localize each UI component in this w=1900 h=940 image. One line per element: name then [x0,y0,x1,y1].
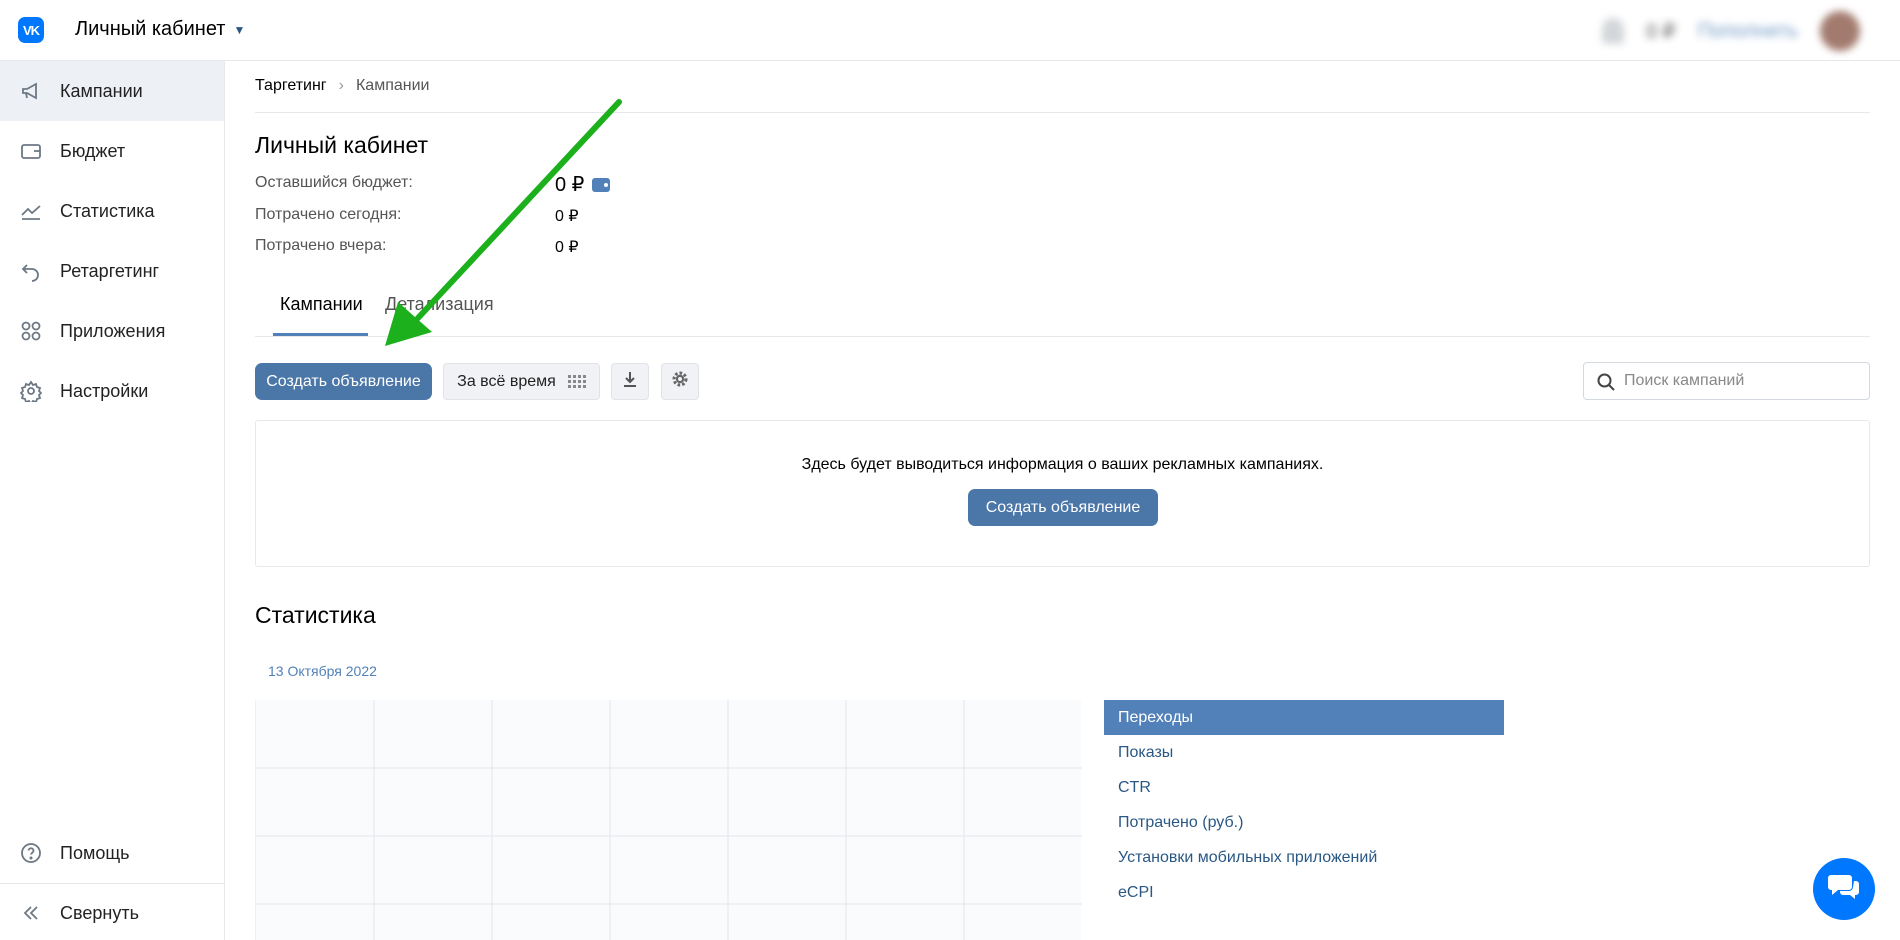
spent-yesterday-value: 0 ₽ [555,239,579,256]
campaigns-empty-state: Здесь будет выводиться информация о ваши… [255,420,1870,567]
header-account-area: 0 ₽ Пополнить [1602,11,1860,51]
sidebar-item-label: Приложения [60,320,166,341]
main-content: Таргетинг › Кампании Личный кабинет Оста… [225,61,1900,940]
spent-yesterday-label: Потрачено вчера: [255,237,387,254]
statistics-title: Статистика [255,602,376,628]
sidebar-item-label: Свернуть [60,902,139,923]
metric-impressions[interactable]: Показы [1104,735,1504,770]
apps-grid-icon [20,320,42,342]
sidebar-item-label: Кампании [60,80,143,101]
sidebar-item-retargeting[interactable]: Ретаргетинг [0,241,224,301]
statistics-date: 13 Октября 2022 [268,663,377,679]
breadcrumb-divider [255,112,1870,113]
period-select[interactable]: За всё время [443,363,600,400]
sidebar-item-label: Помощь [60,842,130,863]
budget-left-label: Оставшийся бюджет: [255,174,413,191]
breadcrumb: Таргетинг › Кампании [255,77,429,95]
tab-campaigns[interactable]: Кампании [280,294,363,315]
chat-bubbles-icon [1827,872,1861,907]
sidebar-item-campaigns[interactable]: Кампании [0,61,224,121]
sidebar-item-label: Настройки [60,380,149,401]
wallet-icon[interactable] [592,177,611,192]
spent-today-label: Потрачено сегодня: [255,206,402,223]
bell-icon[interactable] [1602,18,1625,44]
sidebar-item-collapse[interactable]: Свернуть [0,883,224,940]
budget-left-amount: 0 ₽ [555,174,585,196]
export-button[interactable] [611,363,649,400]
avatar[interactable] [1820,11,1860,51]
calendar-grid-icon [567,375,586,388]
sidebar-item-statistics[interactable]: Статистика [0,181,224,241]
table-settings-button[interactable] [661,363,699,400]
sidebar: Кампании Бюджет Статистика Ретаргетинг П… [0,61,225,940]
period-select-label: За всё время [457,372,556,390]
create-ad-button[interactable]: Создать объявление [255,363,432,400]
tab-details[interactable]: Детализация [385,294,494,315]
cabinet-title-label: Личный кабинет [75,18,226,40]
download-icon [621,370,639,393]
search-icon [1596,372,1616,392]
chart-grid [256,700,1082,940]
undo-arrow-icon [20,260,42,282]
chevron-down-icon: ▼ [233,22,246,37]
header-balance: 0 ₽ [1646,20,1676,43]
breadcrumb-item-campaigns: Кампании [355,77,430,94]
double-chevron-left-icon [20,902,42,924]
vk-logo-icon[interactable]: VK [18,17,44,43]
statistics-chart [255,700,1082,940]
top-header: VK Личный кабинет ▼ 0 ₽ Пополнить [0,0,1900,61]
gear-icon [20,380,42,402]
metric-ctr[interactable]: CTR [1104,770,1504,805]
sidebar-item-label: Статистика [60,200,155,221]
campaign-search-input[interactable]: Поиск кампаний [1583,362,1870,400]
spent-today-value: 0 ₽ [555,208,579,225]
search-placeholder: Поиск кампаний [1624,372,1745,389]
sidebar-item-settings[interactable]: Настройки [0,361,224,421]
breadcrumb-separator-icon: › [338,77,344,94]
sidebar-item-budget[interactable]: Бюджет [0,121,224,181]
sidebar-item-label: Бюджет [60,140,126,161]
sidebar-item-apps[interactable]: Приложения [0,301,224,361]
tabs-divider [255,336,1870,337]
empty-create-ad-button[interactable]: Создать объявление [968,489,1158,526]
metric-app-installs[interactable]: Установки мобильных приложений [1104,840,1504,875]
topup-link[interactable]: Пополнить [1698,20,1798,43]
sidebar-item-help[interactable]: Помощь [0,823,224,883]
metric-spent[interactable]: Потрачено (руб.) [1104,805,1504,840]
statistics-metrics-list: Переходы Показы CTR Потрачено (руб.) Уст… [1104,700,1504,910]
breadcrumb-item-targeting[interactable]: Таргетинг [255,77,327,95]
sidebar-item-label: Ретаргетинг [60,260,160,281]
wallet-icon [20,140,42,162]
metric-clicks[interactable]: Переходы [1104,700,1504,735]
cabinet-switcher[interactable]: Личный кабинет ▼ [75,18,245,41]
question-circle-icon [20,842,42,864]
chart-line-icon [20,200,42,222]
metric-ecpi[interactable]: eCPI [1104,875,1504,910]
budget-left-value: 0 ₽ [555,172,611,197]
gear-icon [671,370,689,393]
empty-state-text: Здесь будет выводиться информация о ваши… [801,456,1324,473]
megaphone-icon [20,80,42,102]
page-title: Личный кабинет [255,132,429,158]
support-chat-button[interactable] [1813,858,1875,920]
